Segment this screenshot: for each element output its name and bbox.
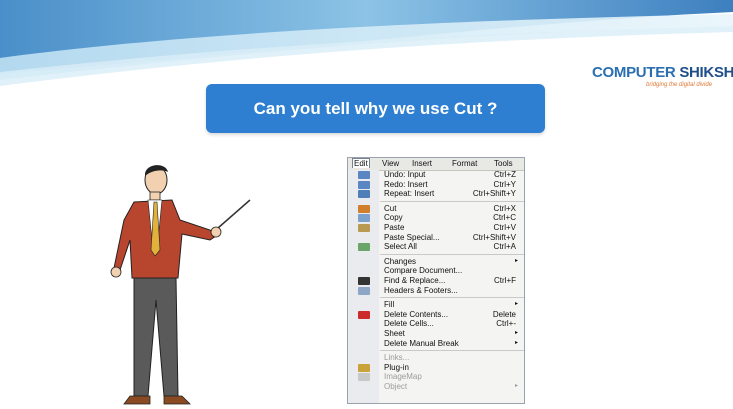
submenu-arrow-icon: ▸	[514, 301, 518, 308]
menu-format[interactable]: Format	[452, 159, 477, 168]
menu-item-label: Paste Special...	[384, 232, 440, 242]
imagemap-icon	[358, 373, 370, 382]
submenu-arrow-icon: ▸	[514, 382, 518, 389]
menu-item-shortcut: Ctrl+Z	[494, 170, 516, 179]
submenu-arrow-icon: ▸	[514, 257, 518, 264]
redo-icon	[358, 180, 370, 189]
menu-item-copy[interactable]: Copy Ctrl+C	[348, 213, 524, 223]
menu-item-shortcut: Ctrl+V	[493, 222, 516, 232]
menu-item-label: Fill	[384, 300, 395, 310]
menu-separator	[380, 350, 524, 352]
menu-separator	[380, 297, 524, 299]
menu-item-label: Changes	[384, 256, 417, 266]
headers-footers-icon	[358, 286, 370, 295]
menu-item-label: Paste	[384, 222, 405, 232]
menu-view[interactable]: View	[382, 159, 399, 168]
menu-item-plug-in[interactable]: Plug-in	[348, 363, 524, 373]
menu-item-label: Delete Manual Break	[384, 338, 459, 348]
menu-item-shortcut: Ctrl+C	[493, 213, 516, 223]
menu-items: Undo: Input Ctrl+Z Redo: Insert Ctrl+Y Repea…	[348, 170, 524, 391]
logo-part1: COMPUTER	[592, 64, 676, 81]
menu-item-select-all[interactable]: Select All Ctrl+A	[348, 242, 524, 252]
menu-item-delete-cells[interactable]: Delete Cells... Ctrl+-	[348, 319, 524, 329]
logo-part2: SHIKSHA	[679, 64, 733, 81]
menu-item-changes[interactable]: Changes ▸	[348, 257, 524, 267]
select-all-icon	[358, 243, 370, 252]
menu-item-label: ImageMap	[384, 372, 422, 382]
menu-separator	[380, 253, 524, 255]
scissors-icon	[358, 204, 370, 213]
menu-item-imagemap: ImageMap	[348, 372, 524, 382]
menu-item-paste[interactable]: Paste Ctrl+V	[348, 223, 524, 233]
menu-item-cut[interactable]: Cut Ctrl+X	[348, 204, 524, 214]
menu-item-label: Redo: Insert	[384, 179, 428, 189]
plugin-icon	[358, 363, 370, 372]
menu-item-object: Object ▸	[348, 382, 524, 392]
menu-item-label: Headers & Footers...	[384, 285, 458, 295]
menu-item-compare-document[interactable]: Compare Document...	[348, 266, 524, 276]
menu-item-repeat-insert[interactable]: Repeat: Insert Ctrl+Shift+Y	[348, 189, 524, 199]
menu-item-shortcut: Ctrl+-	[496, 319, 516, 329]
submenu-arrow-icon: ▸	[514, 339, 518, 346]
menu-item-label: Sheet	[384, 328, 405, 338]
edit-menu-dropdown: Edit View Insert Format Tools Undo: Inpu…	[347, 157, 525, 404]
menu-item-label: Plug-in	[384, 362, 409, 372]
menu-item-label: Delete Cells...	[384, 319, 434, 329]
menu-item-label: Undo: Input	[384, 170, 426, 179]
logo-tagline: bridging the digital divide	[646, 82, 713, 88]
menu-item-label: Select All	[384, 242, 417, 252]
repeat-icon	[358, 190, 370, 199]
menu-item-shortcut: Delete	[492, 309, 516, 319]
menu-item-label: Links...	[384, 353, 410, 363]
menu-item-label: Cut	[384, 203, 397, 213]
binoculars-icon	[358, 276, 370, 285]
delete-x-icon	[358, 310, 370, 319]
menu-item-delete-manual-break[interactable]: Delete Manual Break ▸	[348, 339, 524, 349]
submenu-arrow-icon: ▸	[514, 329, 518, 336]
menu-item-label: Copy	[384, 213, 403, 223]
menu-item-shortcut: Ctrl+Y	[493, 179, 516, 189]
menu-insert[interactable]: Insert	[412, 159, 432, 168]
slide: COMPUTER SHIKSHA bridging the digital di…	[0, 0, 733, 409]
menu-item-fill[interactable]: Fill ▸	[348, 300, 524, 310]
menu-item-find-replace[interactable]: Find & Replace... Ctrl+F	[348, 276, 524, 286]
menu-item-headers-footers[interactable]: Headers & Footers...	[348, 286, 524, 296]
menu-item-label: Repeat: Insert	[384, 189, 435, 199]
menu-item-undo-input[interactable]: Undo: Input Ctrl+Z	[348, 170, 524, 180]
menu-item-delete-contents[interactable]: Delete Contents... Delete	[348, 310, 524, 320]
menu-item-shortcut: Ctrl+Shift+V	[472, 232, 516, 242]
menu-item-links: Links...	[348, 353, 524, 363]
computer-shiksha-logo: COMPUTER SHIKSHA bridging the digital di…	[588, 60, 733, 92]
presenter-illustration	[110, 165, 251, 405]
menu-item-shortcut: Ctrl+Shift+Y	[472, 189, 516, 199]
menu-item-sheet[interactable]: Sheet ▸	[348, 329, 524, 339]
copy-icon	[358, 214, 370, 223]
paste-icon	[358, 223, 370, 232]
menu-item-shortcut: Ctrl+A	[493, 242, 516, 252]
menu-item-label: Object	[384, 381, 408, 391]
undo-icon	[358, 171, 370, 179]
menu-tools[interactable]: Tools	[494, 159, 513, 168]
menu-edit[interactable]: Edit	[352, 158, 370, 168]
menu-item-label: Find & Replace...	[384, 275, 446, 285]
menu-item-shortcut: Ctrl+F	[494, 275, 516, 285]
menu-separator	[380, 200, 524, 202]
menu-item-shortcut: Ctrl+X	[493, 203, 516, 213]
menu-item-paste-special[interactable]: Paste Special... Ctrl+Shift+V	[348, 233, 524, 243]
menu-item-redo-insert[interactable]: Redo: Insert Ctrl+Y	[348, 180, 524, 190]
menu-item-label: Delete Contents...	[384, 309, 449, 319]
question-banner: Can you tell why we use Cut ?	[206, 84, 545, 133]
menu-item-label: Compare Document...	[384, 266, 463, 276]
